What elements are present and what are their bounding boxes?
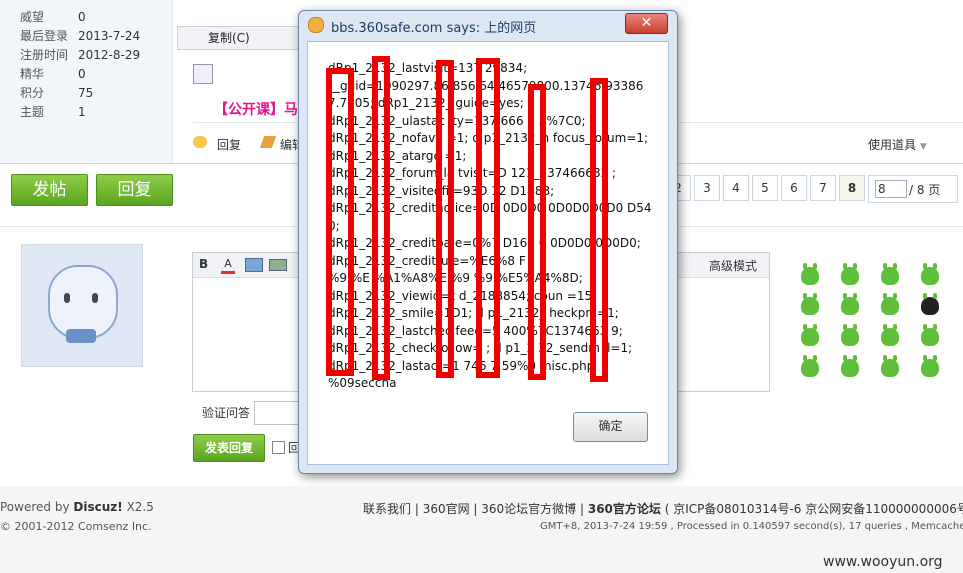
stat-value: 1 xyxy=(78,105,86,119)
stat-label: 威望 xyxy=(20,10,45,24)
option-checkbox[interactable] xyxy=(272,441,285,454)
font-color-button[interactable]: A xyxy=(221,257,235,274)
use-tools-label: 使用道具 xyxy=(868,138,917,152)
footer-stats: GMT+8, 2013-7-24 19:59 , Processed in 0.… xyxy=(540,521,963,532)
emoji-icon[interactable] xyxy=(921,293,939,315)
bold-button[interactable]: B xyxy=(199,257,208,271)
stat-row: 注册时间 2012-8-29 xyxy=(20,46,140,63)
footer-link[interactable]: 360论坛官方微博 xyxy=(481,502,576,516)
close-icon: ✕ xyxy=(640,15,653,31)
emoji-icon[interactable] xyxy=(921,355,939,377)
page-total: / 8 页 xyxy=(909,183,941,197)
dialog-ok-button[interactable]: 确定 xyxy=(573,412,648,442)
avatar xyxy=(21,244,143,367)
footer: Powered by Discuz! X2.5 © 2001-2012 Coms… xyxy=(0,486,963,573)
watermark: www.wooyun.org xyxy=(823,554,943,570)
stat-label: 主题 xyxy=(20,105,45,119)
use-tools-link[interactable]: 使用道具 ▼ xyxy=(868,136,927,153)
emoji-icon[interactable] xyxy=(801,355,819,377)
footer-links: 联系我们 | 360官网 | 360论坛官方微博 | 360官方论坛 ( 京IC… xyxy=(363,500,963,517)
redaction-box xyxy=(372,56,390,380)
redaction-box xyxy=(476,58,500,378)
redaction-box xyxy=(590,78,608,382)
copyright: © 2001-2012 Comsenz Inc. xyxy=(0,520,152,533)
footer-link[interactable]: 360官方论坛 xyxy=(588,502,661,516)
image-icon[interactable] xyxy=(245,258,263,272)
page-link[interactable]: 3 xyxy=(694,175,720,201)
page-link[interactable]: 4 xyxy=(723,175,749,201)
stat-label: 注册时间 xyxy=(20,48,69,62)
brand-link[interactable]: Discuz! xyxy=(73,500,122,514)
stat-value: 2013-7-24 xyxy=(78,29,141,43)
chevron-down-icon: ▼ xyxy=(919,142,927,152)
redaction-box xyxy=(436,60,454,378)
stat-row: 积分 75 xyxy=(20,84,93,101)
emoji-icon[interactable] xyxy=(881,263,899,285)
page-jump-input[interactable]: 8 xyxy=(875,180,907,198)
page-link[interactable]: 5 xyxy=(752,175,778,201)
stat-value: 75 xyxy=(78,86,94,100)
stat-label: 最后登录 xyxy=(20,29,69,43)
image-icon[interactable] xyxy=(193,64,213,84)
captcha-label: 验证问答 xyxy=(202,406,251,420)
emoji-icon[interactable] xyxy=(801,293,819,315)
avatar-eye xyxy=(92,293,98,303)
redaction-box xyxy=(528,84,546,380)
page-link[interactable]: 7 xyxy=(810,175,836,201)
avatar-head xyxy=(48,265,118,339)
dialog-close-button[interactable]: ✕ xyxy=(625,13,668,34)
emoji-icon[interactable] xyxy=(801,263,819,285)
powered-prefix: Powered by xyxy=(0,500,70,514)
page-current: 8 xyxy=(839,175,865,201)
page-jump: 8 / 8 页 xyxy=(868,175,958,203)
dialog-title: bbs.360safe.com says: 上的网页 xyxy=(331,21,537,36)
post-link[interactable]: 【公开课】马 xyxy=(214,99,298,119)
user-stats-panel: 威望 0 最后登录 2013-7-24 注册时间 2012-8-29 精华 0 积分 75… xyxy=(0,0,173,163)
icp-text[interactable]: ( 京ICP备08010314号-6 京公网安备110000000006号 ) xyxy=(665,502,963,516)
reply-button[interactable]: 回复 xyxy=(96,174,173,206)
stat-value: 2012-8-29 xyxy=(78,48,141,62)
stat-label: 精华 xyxy=(20,67,45,81)
emoji-icon[interactable] xyxy=(921,324,939,346)
advanced-mode-link[interactable]: 高级模式 xyxy=(709,257,757,274)
emoji-icon[interactable] xyxy=(841,293,859,315)
emoji-icon[interactable] xyxy=(801,324,819,346)
emoji-icon[interactable] xyxy=(881,324,899,346)
emoji-icon[interactable] xyxy=(841,355,859,377)
submit-reply-button[interactable]: 发表回复 xyxy=(193,434,265,462)
version: X2.5 xyxy=(126,500,154,514)
context-menu-copy[interactable]: 复制(C) xyxy=(178,31,250,45)
emoji-icon[interactable] xyxy=(881,293,899,315)
edit-icon xyxy=(259,136,277,148)
redaction-box xyxy=(326,68,354,376)
powered-by: Powered by Discuz! X2.5 xyxy=(0,500,154,514)
stat-value: 0 xyxy=(78,10,86,24)
emoji-icon[interactable] xyxy=(881,355,899,377)
page-link[interactable]: 6 xyxy=(781,175,807,201)
emoji-icon[interactable] xyxy=(841,324,859,346)
stat-value: 0 xyxy=(78,67,86,81)
reply-icon xyxy=(193,136,207,148)
emoji-icon[interactable] xyxy=(921,263,939,285)
avatar-bowtie xyxy=(66,329,96,343)
footer-link[interactable]: 联系我们 xyxy=(363,502,411,516)
avatar-eye xyxy=(64,293,70,303)
alert-dialog: bbs.360safe.com says: 上的网页 ✕ dRp1_2132_l… xyxy=(298,10,678,474)
new-post-button[interactable]: 发帖 xyxy=(11,174,88,206)
stat-row: 精华 0 xyxy=(20,65,86,82)
browser-icon xyxy=(308,17,324,33)
link-icon[interactable] xyxy=(269,259,287,271)
footer-link[interactable]: 360官网 xyxy=(423,502,470,516)
stat-label: 积分 xyxy=(20,86,45,100)
post-reply-link[interactable]: 回复 xyxy=(217,136,241,153)
stat-row: 最后登录 2013-7-24 xyxy=(20,27,140,44)
emoji-icon[interactable] xyxy=(841,263,859,285)
dialog-body: dRp1_2132_lastvisit=137 29834; __guid=109… xyxy=(307,41,669,465)
stat-row: 威望 0 xyxy=(20,8,86,25)
stat-row: 主题 1 xyxy=(20,103,86,120)
